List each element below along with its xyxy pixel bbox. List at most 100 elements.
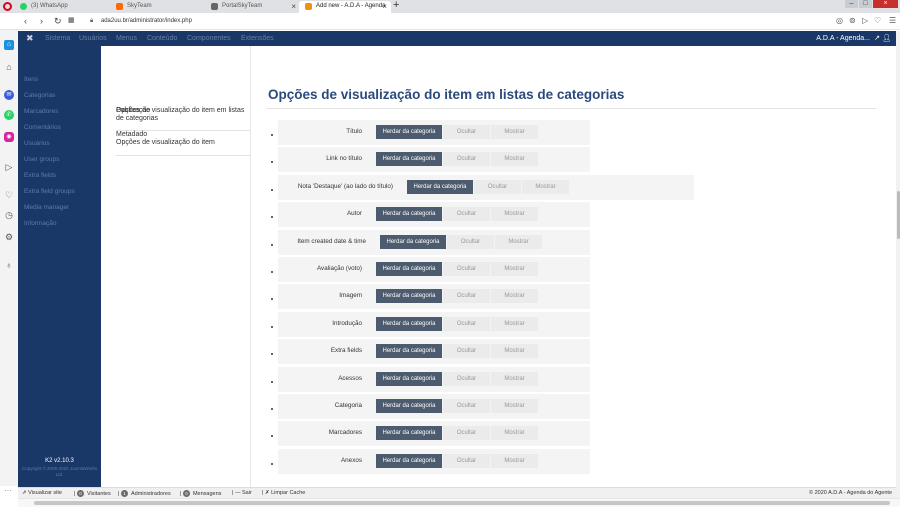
horizontal-scrollbar[interactable] (18, 498, 900, 507)
hide-button[interactable]: Ocultar (443, 426, 490, 441)
tab-item-view-options[interactable]: Opções de visualização do item (116, 139, 251, 147)
hide-button[interactable]: Ocultar (443, 262, 490, 276)
k2-copyright[interactable]: Copyright © 2006-2020 JoomlaWorks Ltd. (20, 466, 99, 478)
hide-button[interactable]: Ocultar (443, 399, 490, 413)
menu-menus[interactable]: Menus (116, 35, 137, 42)
inherit-button[interactable]: Herdar da categoria (376, 371, 442, 386)
inherit-button[interactable]: Herdar da categoria (376, 399, 442, 413)
more-icon[interactable]: ··· (4, 486, 12, 495)
player-icon[interactable]: ▷ (4, 162, 14, 172)
hide-button[interactable]: Ocultar (443, 289, 490, 304)
k2-nav-extra-fields[interactable]: Extra fields (24, 172, 56, 179)
hide-button[interactable]: Ocultar (443, 453, 490, 468)
inherit-button[interactable]: Herdar da categoria (376, 344, 442, 359)
home-icon[interactable]: ⌂ (4, 40, 14, 50)
menu-componentes[interactable]: Componentes (187, 35, 231, 42)
show-button[interactable]: Mostrar (491, 125, 538, 139)
close-tab-icon[interactable]: × (382, 1, 387, 12)
show-button[interactable]: Mostrar (495, 234, 542, 249)
menu-extensoes[interactable]: Extensões (241, 35, 274, 42)
show-button[interactable]: Mostrar (491, 399, 538, 413)
browser-tab-active[interactable]: Add new - A.D.A - Agenda × (299, 1, 391, 13)
menu-icon[interactable]: ☰ (889, 16, 896, 25)
show-button[interactable]: Mostrar (491, 344, 538, 359)
inherit-button[interactable]: Herdar da categoria (376, 453, 442, 468)
close-tab-icon[interactable]: × (291, 1, 296, 12)
hide-button[interactable]: Ocultar (443, 125, 490, 139)
messages-status[interactable]: | 0 Mensagens (180, 490, 221, 497)
vpn-icon[interactable]: ⊚ (849, 16, 856, 25)
new-tab-icon[interactable]: + (393, 0, 399, 11)
history-icon[interactable]: ◷ (4, 210, 14, 220)
close-window-icon[interactable]: × (873, 0, 898, 8)
menu-usuarios[interactable]: Usuários (79, 35, 107, 42)
clear-cache-link[interactable]: | ✗ Limpar Cache (262, 490, 305, 496)
instagram-icon[interactable]: ◉ (4, 132, 14, 142)
browser-tab-whatsapp[interactable]: (3) WhatsApp (14, 1, 109, 13)
site-link[interactable]: A.D.A - Agenda... (816, 35, 870, 42)
k2-nav-extra-field-groups[interactable]: Extra field groups (24, 188, 75, 195)
menu-sistema[interactable]: Sistema (45, 35, 70, 42)
inherit-button[interactable]: Herdar da categoria (380, 234, 446, 249)
camera-icon[interactable]: ◎ (836, 16, 843, 25)
hide-button[interactable]: Ocultar (447, 234, 494, 249)
menu-conteudo[interactable]: Conteúdo (147, 35, 177, 42)
inherit-button[interactable]: Herdar da categoria (376, 426, 442, 441)
inherit-button[interactable]: Herdar da categoria (376, 125, 442, 139)
inherit-button[interactable]: Herdar da categoria (376, 316, 442, 331)
show-button[interactable]: Mostrar (491, 371, 538, 386)
minimize-icon[interactable]: – (845, 0, 858, 8)
show-button[interactable]: Mostrar (491, 316, 538, 331)
browser-tab-portalskyteam[interactable]: PortalSkyTeam × (205, 1, 300, 13)
show-button[interactable]: Mostrar (522, 179, 569, 194)
maximize-icon[interactable]: □ (859, 0, 872, 8)
k2-nav-comentarios[interactable]: Comentários (24, 124, 61, 131)
inherit-button[interactable]: Herdar da categoria (407, 179, 473, 194)
hide-button[interactable]: Ocultar (474, 179, 521, 194)
k2-nav-itens[interactable]: Itens (24, 76, 38, 83)
speed-dial-icon[interactable]: ▦ (68, 16, 75, 24)
play-icon[interactable]: ▷ (862, 16, 868, 25)
tab-category-list-options[interactable]: Opções de visualização do item em listas… (116, 107, 251, 123)
view-site-link[interactable]: ⇗ Visualizar site (22, 490, 62, 496)
home-outline-icon[interactable]: ⌂ (4, 62, 14, 72)
k2-nav-media-manager[interactable]: Media manager (24, 204, 69, 211)
messenger-icon[interactable]: ✉ (4, 90, 14, 100)
administrators-status[interactable]: | 1 Administradores (118, 490, 171, 497)
settings-icon[interactable]: ⚙ (4, 232, 14, 242)
k2-nav-user-groups[interactable]: User groups (24, 156, 59, 163)
external-link-icon[interactable]: ↗ (874, 34, 880, 42)
inherit-button[interactable]: Herdar da categoria (376, 152, 442, 167)
inherit-button[interactable]: Herdar da categoria (376, 207, 442, 222)
user-icon[interactable]: 👤︎ (882, 34, 891, 42)
hide-button[interactable]: Ocultar (443, 316, 490, 331)
k2-nav-informacao[interactable]: Informação (24, 220, 57, 227)
logout-link[interactable]: | — Sair (232, 490, 252, 496)
inherit-button[interactable]: Herdar da categoria (376, 289, 442, 304)
k2-nav-marcadores[interactable]: Marcadores (24, 108, 58, 115)
show-button[interactable]: Mostrar (491, 453, 538, 468)
hide-button[interactable]: Ocultar (443, 344, 490, 359)
joomla-logo-icon[interactable]: ✖ (26, 33, 34, 44)
heart-icon[interactable]: ♡ (874, 16, 881, 25)
horizontal-scroll-thumb[interactable] (34, 501, 890, 505)
tips-icon[interactable]: ♁ (4, 260, 14, 270)
whatsapp-icon[interactable]: ✆ (4, 110, 14, 120)
visitors-status[interactable]: | 0 Visitantes (74, 490, 111, 497)
opera-logo-icon[interactable] (3, 2, 12, 11)
show-button[interactable]: Mostrar (491, 426, 538, 441)
hide-button[interactable]: Ocultar (443, 152, 490, 167)
show-button[interactable]: Mostrar (491, 207, 538, 222)
show-button[interactable]: Mostrar (491, 152, 538, 167)
reload-icon[interactable]: ↻ (54, 16, 62, 27)
hide-button[interactable]: Ocultar (443, 207, 490, 222)
hide-button[interactable]: Ocultar (443, 371, 490, 386)
browser-tab-skyteam[interactable]: SkyTeam (110, 1, 205, 13)
tab-metadado[interactable]: Metadado (116, 131, 251, 139)
k2-nav-usuarios[interactable]: Usuários (24, 140, 50, 147)
show-button[interactable]: Mostrar (491, 262, 538, 276)
vertical-scrollbar[interactable] (896, 31, 900, 498)
forward-icon[interactable]: › (40, 16, 43, 26)
bookmarks-heart-icon[interactable]: ♡ (4, 190, 14, 200)
inherit-button[interactable]: Herdar da categoria (376, 262, 442, 276)
